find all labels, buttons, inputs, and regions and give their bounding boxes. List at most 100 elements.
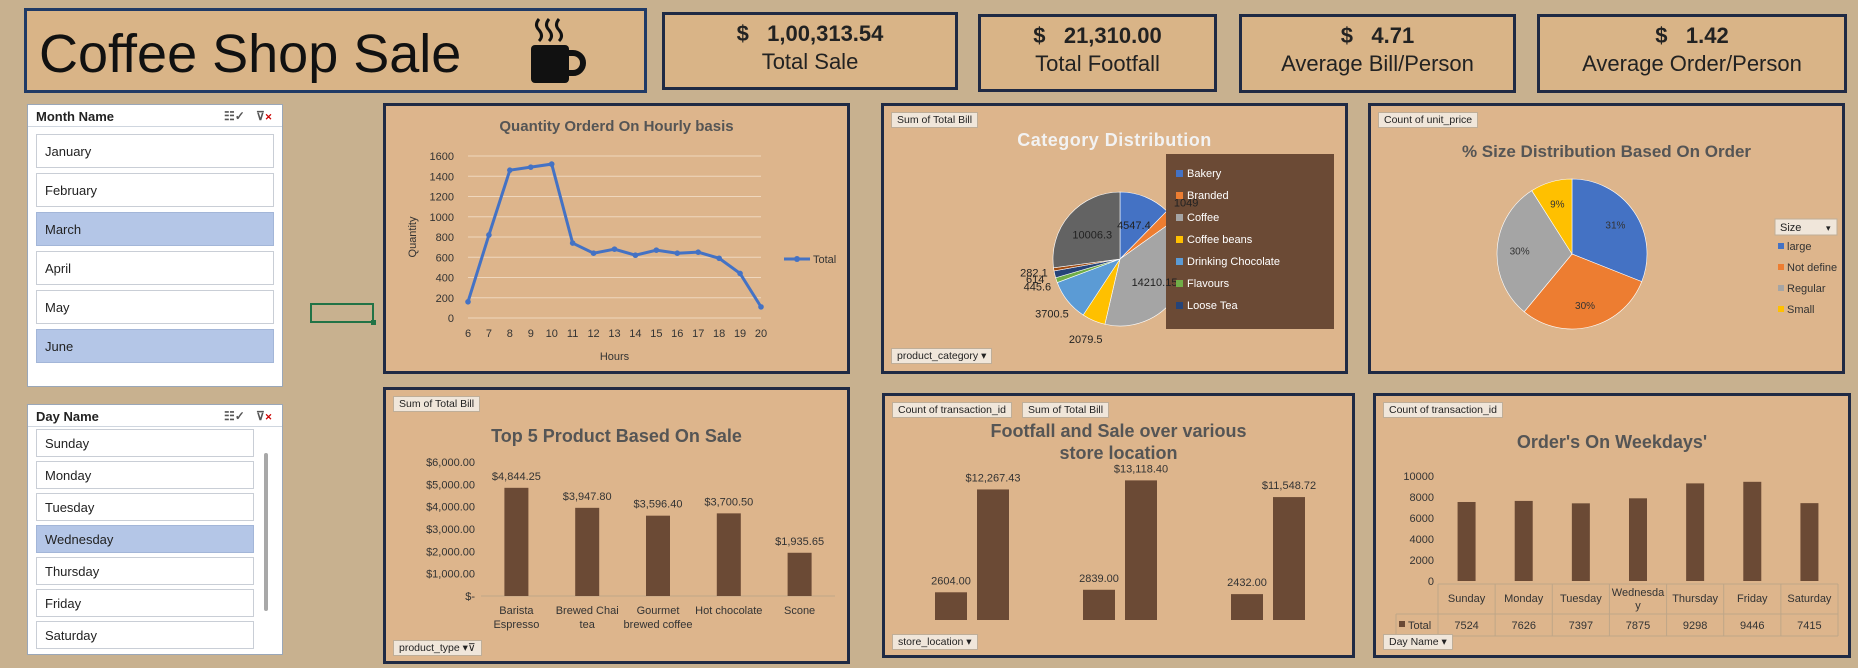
legend-swatch (1176, 258, 1183, 265)
bar (504, 487, 529, 596)
selected-cell[interactable] (310, 303, 376, 325)
x-tick-label: 15 (650, 328, 662, 340)
filter-tag[interactable]: Day Name ▾ (1383, 634, 1453, 650)
slicer-item[interactable]: Friday (36, 589, 254, 617)
store-location-chart[interactable]: Count of transaction_id Sum of Total Bil… (882, 393, 1355, 658)
size-distribution-chart[interactable]: Count of unit_price % Size Distribution … (1368, 103, 1845, 374)
slice-label: 2079.5 (1069, 334, 1103, 346)
slicer-scrollbar[interactable] (264, 453, 268, 611)
table-value: 7626 (1511, 620, 1535, 632)
x-tick-label: brewed coffee (624, 619, 693, 631)
data-point (548, 161, 555, 167)
dropdown-arrow-icon[interactable]: ▾ (1442, 636, 1447, 648)
slicer-item[interactable]: March (36, 212, 274, 246)
data-point (653, 247, 660, 253)
bar (787, 552, 812, 596)
slicer-header: Month Name ☷✓ ⊽✕ (28, 105, 282, 127)
kpi-label: Total Footfall (1035, 51, 1160, 76)
filter-tag-label: product_category (897, 350, 979, 362)
legend-swatch (1778, 306, 1784, 312)
filter-tag-label: store_location (898, 636, 964, 648)
day-slicer[interactable]: Day Name ☷✓ ⊽✕ Sunday Monday Tuesday Wednes… (27, 404, 283, 655)
clear-filter-icon[interactable]: ⊽✕ (256, 109, 272, 123)
x-tick-label: 19 (734, 328, 746, 340)
legend-swatch (1176, 302, 1183, 309)
legend-swatch (1176, 214, 1183, 221)
slice-label: 4547.4 (1117, 220, 1151, 232)
slice-label: 282.1 (1020, 267, 1048, 279)
slicer-item[interactable]: Thursday (36, 557, 254, 585)
table-value: 9446 (1740, 620, 1764, 632)
hourly-quantity-chart[interactable]: Quantity Orderd On Hourly basis 0 200 400 6… (383, 103, 850, 374)
y-tick-label: $5,000.00 (426, 479, 475, 491)
x-tick-label: 14 (629, 328, 641, 340)
series-line (466, 162, 763, 308)
slicer-title: Month Name (36, 109, 114, 124)
x-tick-label: 9 (528, 328, 534, 340)
slicer-item[interactable]: Wednesday (36, 525, 254, 553)
filter-tag[interactable]: product_category ▾ (891, 348, 993, 364)
data-label: $11,548.72 (1262, 480, 1316, 492)
filter-tag[interactable]: store_location ▾ (892, 634, 978, 650)
clear-filter-icon[interactable]: ⊽✕ (256, 409, 272, 423)
legend-swatch (1176, 192, 1183, 199)
kpi-value: $ 1.42 (1655, 23, 1729, 48)
filter-icon[interactable]: ⊽ (468, 642, 476, 654)
bar (1743, 481, 1762, 581)
filter-tag-label: product_type (399, 642, 460, 654)
data-label: $1,935.65 (775, 536, 824, 548)
top-products-chart[interactable]: Sum of Total Bill Top 5 Product Based On… (383, 387, 850, 664)
y-tick-label: 6000 (1410, 513, 1434, 525)
bar (716, 513, 741, 596)
slicer-item[interactable]: April (36, 251, 274, 285)
y-tick-label: 600 (436, 252, 454, 264)
weekday-orders-chart[interactable]: Count of transaction_id Order's On Weekd… (1373, 393, 1851, 658)
x-tick-label: 16 (671, 328, 683, 340)
slicer-item[interactable]: Sunday (36, 429, 254, 457)
y-tick-label: 1600 (430, 151, 454, 163)
dropdown-arrow-icon[interactable]: ▾ (981, 350, 986, 362)
data-point (507, 167, 513, 173)
month-slicer[interactable]: Month Name ☷✓ ⊽✕ January February March Apr… (27, 104, 283, 387)
data-label: $3,596.40 (634, 499, 683, 511)
multi-select-icon[interactable]: ☷✓ (224, 409, 245, 423)
slicer-item[interactable]: February (36, 173, 274, 207)
dropdown-arrow-icon[interactable]: ▾ (966, 636, 971, 648)
legend-swatch (1778, 243, 1784, 249)
data-label: $12,267.43 (965, 472, 1020, 484)
legend-label: Loose Tea (1187, 300, 1238, 312)
bar (1273, 497, 1305, 620)
slicer-header: Day Name ☷✓ ⊽✕ (28, 405, 282, 427)
bar (977, 489, 1009, 620)
weekday-orders-plot: 0 2000 4000 6000 8000 10000 Sunday 7524 Monday 76… (1395, 471, 1839, 637)
y-tick-label: 10000 (1403, 471, 1434, 483)
data-point (758, 304, 764, 310)
x-tick-label: 13 (608, 328, 620, 340)
data-point (569, 240, 576, 246)
legend-label: Total (813, 254, 836, 266)
slicer-item[interactable]: May (36, 290, 274, 324)
y-tick-label: 4000 (1410, 534, 1434, 546)
legend-label: Coffee beans (1187, 234, 1253, 246)
kpi-value: $ 1,00,313.54 (736, 21, 884, 46)
slicer-item[interactable]: Saturday (36, 621, 254, 649)
y-tick-label: $6,000.00 (426, 457, 475, 469)
x-tick-label: 8 (507, 328, 513, 340)
slicer-item[interactable]: Monday (36, 461, 254, 489)
x-tick-label: 17 (692, 328, 704, 340)
y-tick-label: 2000 (1410, 555, 1434, 567)
x-tick-label: 10 (546, 328, 558, 340)
category-distribution-chart[interactable]: Sum of Total Bill Category Distribution … (881, 103, 1348, 374)
legend-swatch (1778, 264, 1784, 270)
multi-select-icon[interactable]: ☷✓ (224, 109, 245, 123)
slicer-item[interactable]: January (36, 134, 274, 168)
y-tick-label: 1000 (430, 212, 454, 224)
slicer-item[interactable]: Tuesday (36, 493, 254, 521)
slice-label: 10006.3 (1072, 230, 1112, 242)
data-label: $3,700.50 (704, 496, 753, 508)
category-label: Friday (1737, 593, 1768, 605)
data-label: 2432.00 (1227, 577, 1267, 589)
slicer-item[interactable]: June (36, 329, 274, 363)
slice-label: 30% (1510, 247, 1530, 258)
filter-tag[interactable]: product_type ▾⊽ (393, 640, 482, 656)
